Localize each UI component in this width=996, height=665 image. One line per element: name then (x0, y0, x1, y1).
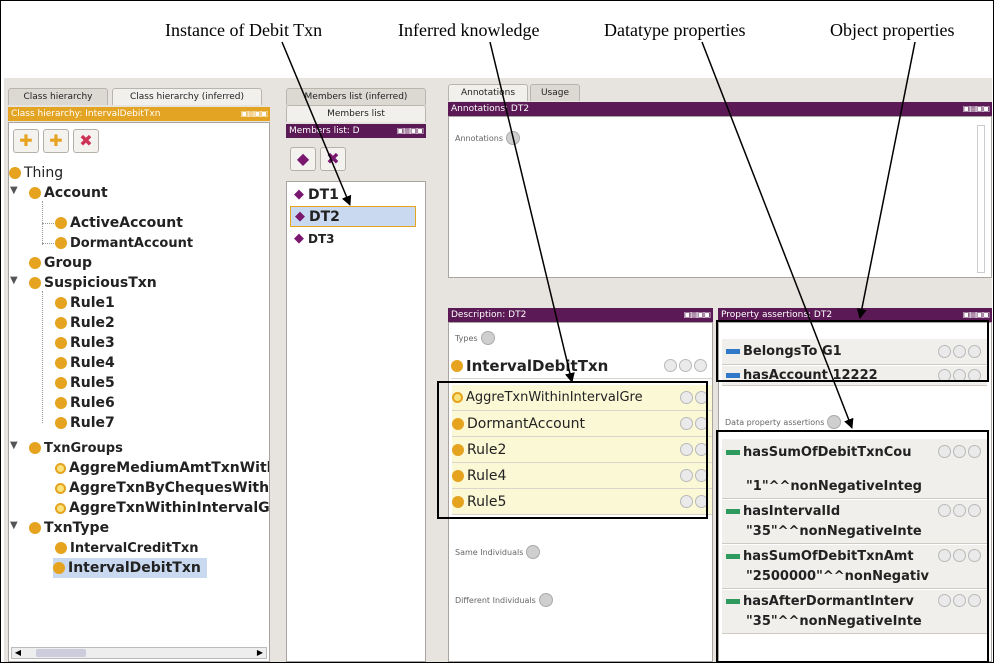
members-title: Members list: D (289, 126, 360, 136)
tree-item-group[interactable]: Group (29, 253, 92, 273)
class-hierarchy-title: Class hierarchy: IntervalDebitTxn (11, 109, 161, 119)
inferred-class-icon (55, 462, 66, 474)
tree-item-rule3[interactable]: Rule3 (55, 333, 115, 353)
tab-class-hierarchy[interactable]: Class hierarchy (8, 88, 108, 105)
class-icon (29, 277, 41, 289)
scrollbar-thumb[interactable] (36, 649, 86, 657)
scroll-right-icon[interactable]: ▶ (254, 648, 266, 658)
callout-instance: Instance of Debit Txn (165, 20, 323, 40)
view-controls-icon[interactable]: ▣▤▣▣ (397, 124, 424, 138)
view-controls-icon[interactable]: ▣▤▣▣ (684, 308, 711, 322)
same-individuals-label: Same Individuals (455, 545, 541, 559)
tree-item-rule5[interactable]: Rule5 (55, 373, 115, 393)
class-icon (29, 257, 41, 269)
tree-item-intervaldebittxn-selected[interactable]: IntervalDebitTxn (53, 558, 207, 578)
class-icon (29, 187, 41, 199)
annotations-label: Annotations (455, 131, 521, 145)
tree-item-rule1[interactable]: Rule1 (55, 293, 115, 313)
members-list: ◆ DT1 ◆ DT2 ◆ DT3 (286, 181, 426, 662)
different-individuals-label: Different Individuals (455, 593, 553, 607)
delete-icon[interactable] (679, 359, 692, 372)
tree-item-rule7[interactable]: Rule7 (55, 413, 115, 433)
tree-item-rule4[interactable]: Rule4 (55, 353, 115, 373)
collapse-icon[interactable]: ▼ (10, 440, 18, 451)
members-panel: ◆ ✖ ◆ DT1 ◆ DT2 ◆ DT3 (286, 139, 426, 662)
add-same-individual-icon[interactable] (526, 545, 541, 559)
class-icon (9, 167, 21, 179)
tree-item-aggremediumamt[interactable]: AggreMediumAmtTxnWith (55, 458, 269, 478)
tree-item-activeaccount[interactable]: ActiveAccount (55, 213, 183, 233)
tree-item-intervalcredittxn[interactable]: IntervalCreditTxn (55, 538, 199, 558)
callout-object: Object properties (830, 20, 955, 40)
horizontal-scrollbar[interactable]: ◀ ▶ (11, 647, 267, 659)
member-dt1[interactable]: ◆ DT1 (290, 184, 416, 205)
individual-icon: ◆ (294, 187, 304, 202)
members-title-bar: Members list: D ▣▤▣▣ (286, 124, 426, 138)
property-assertions-title: Property assertions: DT2 (721, 310, 833, 320)
tree-item-thing[interactable]: Thing (9, 163, 63, 183)
tree-item-txngroups[interactable]: TxnGroups (29, 438, 123, 458)
tree-item-aggretxnbycheques[interactable]: AggreTxnByChequesWith (55, 478, 269, 498)
tree-item-dormantaccount[interactable]: DormantAccount (55, 233, 193, 253)
type-row-intervaldebittxn[interactable]: IntervalDebitTxn (451, 353, 712, 379)
add-subclass-icon[interactable]: ✚ (13, 129, 39, 153)
info-icon[interactable] (664, 359, 677, 372)
edit-icon[interactable] (694, 359, 707, 372)
class-hierarchy-title-bar: Class hierarchy: IntervalDebitTxn ▣▤▣▣ (8, 107, 270, 121)
annotations-scrollbar[interactable] (977, 125, 985, 273)
data-property-label: Data property assertions (725, 415, 842, 429)
tree-item-suspicioustxn[interactable]: SuspiciousTxn (29, 273, 157, 293)
class-icon (55, 217, 67, 229)
tree-item-txntype[interactable]: TxnType (29, 518, 109, 538)
tab-members-inferred[interactable]: Members list (inferred) (286, 88, 426, 105)
annotations-panel: Annotations (448, 116, 992, 278)
tree-item-rule6[interactable]: Rule6 (55, 393, 115, 413)
add-data-property-icon[interactable] (827, 415, 842, 429)
member-dt2-selected[interactable]: ◆ DT2 (290, 206, 416, 227)
delete-individual-icon[interactable]: ✖ (320, 147, 346, 171)
delete-class-icon[interactable]: ✖ (73, 129, 99, 153)
tree-item-account[interactable]: Account (29, 183, 108, 203)
individual-icon: ◆ (295, 209, 305, 224)
view-controls-icon[interactable]: ▣▤▣▣ (241, 107, 268, 121)
add-type-icon[interactable] (480, 331, 495, 345)
tab-members[interactable]: Members list (286, 105, 426, 122)
add-sibling-icon[interactable]: ✚ (43, 129, 69, 153)
tab-annotations[interactable]: Annotations (448, 84, 528, 101)
description-title: Description: DT2 (451, 310, 527, 320)
tab-class-hierarchy-inferred[interactable]: Class hierarchy (inferred) (112, 88, 262, 105)
description-title-bar: Description: DT2 ▣▤▣▣ (448, 308, 713, 322)
callout-inferred: Inferred knowledge (398, 20, 540, 40)
object-properties-highlight-box (716, 320, 989, 382)
types-label: Types (455, 331, 495, 345)
callout-datatype: Datatype properties (604, 20, 746, 40)
scroll-left-icon[interactable]: ◀ (12, 648, 24, 658)
tree-item-aggretxnwithininterval[interactable]: AggreTxnWithinIntervalG (55, 498, 269, 518)
individual-icon: ◆ (294, 231, 304, 246)
tree-item-rule2[interactable]: Rule2 (55, 313, 115, 333)
view-controls-icon[interactable]: ▣▤▣▣ (963, 102, 990, 116)
collapse-icon[interactable]: ▼ (10, 275, 18, 286)
class-icon (55, 237, 67, 249)
annotations-title-bar: Annotations: DT2 ▣▤▣▣ (448, 102, 992, 116)
datatype-properties-highlight-box (716, 430, 989, 663)
add-different-individual-icon[interactable] (538, 593, 553, 607)
inferred-highlight-box (437, 381, 708, 519)
tab-usage[interactable]: Usage (530, 84, 580, 101)
annotations-title: Annotations: DT2 (451, 104, 530, 114)
member-dt3[interactable]: ◆ DT3 (290, 228, 416, 249)
class-hierarchy-panel: ✚ ✚ ✖ Thing ▼ Account ActiveAccount Dorm… (8, 122, 270, 662)
collapse-icon[interactable]: ▼ (10, 185, 18, 196)
collapse-icon[interactable]: ▼ (10, 520, 18, 531)
add-annotation-icon[interactable] (506, 131, 521, 145)
add-individual-icon[interactable]: ◆ (290, 147, 316, 171)
